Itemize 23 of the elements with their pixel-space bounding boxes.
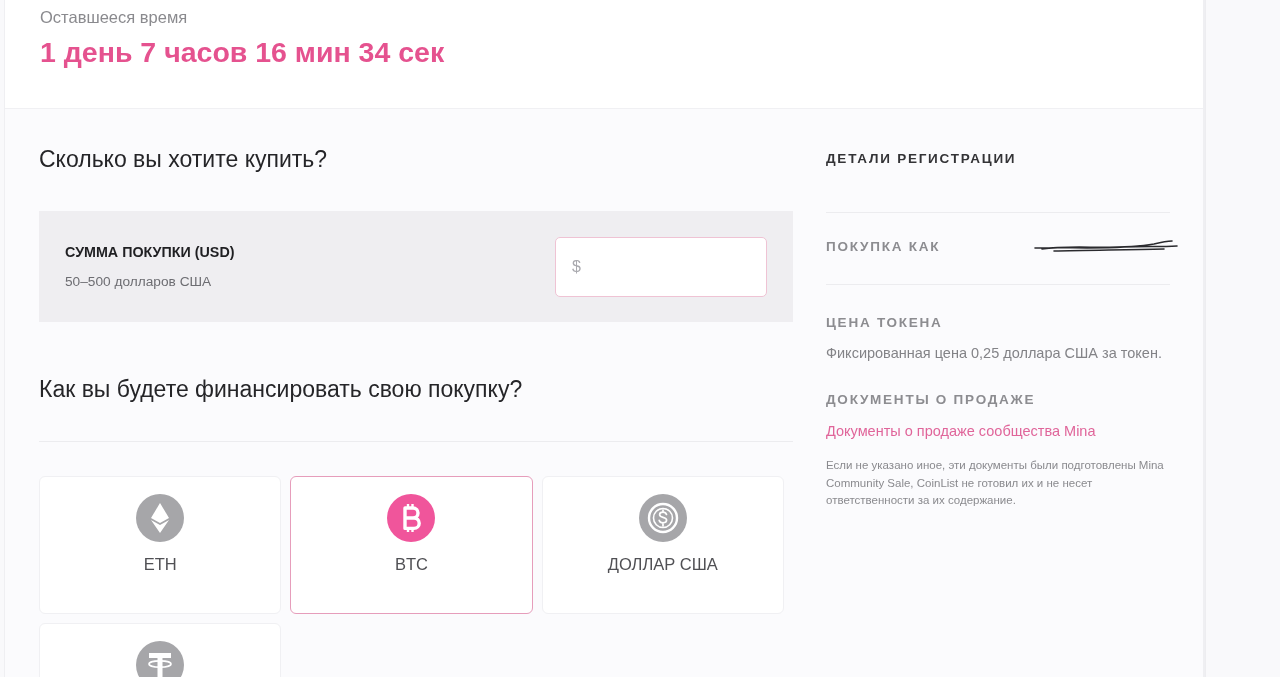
payment-option-label: BTC (395, 554, 428, 574)
purchase-heading: Сколько вы хотите купить? (39, 146, 328, 172)
amount-label: СУММА ПОКУПКИ (USD) (65, 243, 235, 260)
sale-documents-title: ДОКУМЕНТЫ О ПРОДАЖЕ (826, 392, 1036, 408)
bitcoin-icon (387, 494, 436, 542)
funding-heading: Как вы будете финансировать свою покупку? (39, 376, 523, 402)
token-price-text: Фиксированная цена 0,25 доллара США за токен. (826, 344, 1162, 362)
tether-icon (136, 641, 185, 677)
token-price-title: ЦЕНА ТОКЕНА (826, 315, 943, 331)
ethereum-icon (136, 494, 185, 542)
payment-option-card[interactable]: ДОЛЛАР США (541, 476, 784, 614)
amount-input-field[interactable]: $ (555, 236, 767, 297)
payment-option-card[interactable]: ETH (39, 476, 282, 614)
countdown-label: Оставшееся время (40, 7, 188, 27)
countdown-timer: 1 день 7 часов 16 мин 34 сек (40, 36, 445, 68)
sale-documents-note: Если не указано иное, эти документы были подготовлены Mina Community Sale, CoinList не готовил их и не несет ответственности за их содержание. (826, 458, 1165, 508)
payment-option-label: ДОЛЛАР США (607, 554, 718, 574)
dollar-coin-icon (638, 494, 687, 542)
registration-details-title: ДЕТАЛИ РЕГИСТРАЦИИ (826, 151, 1017, 167)
payment-option-label: ETH (143, 554, 177, 574)
purchase-as-label: ПОКУПКА КАК (826, 239, 941, 255)
payment-option-card[interactable]: BTC (290, 476, 533, 614)
amount-range-hint: 50–500 долларов США (65, 273, 212, 290)
